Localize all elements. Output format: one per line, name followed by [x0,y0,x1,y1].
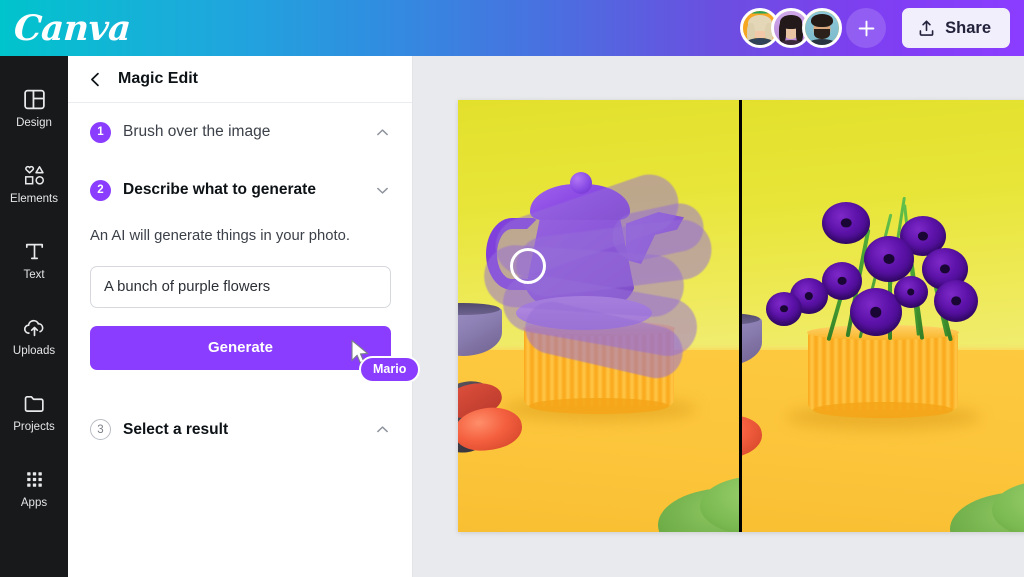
folder-icon [24,395,44,412]
step-number-badge: 2 [90,179,111,201]
photo-scene-before [458,100,740,532]
top-bar-right-group: Share [740,8,1010,48]
plus-icon [858,20,874,36]
share-button-label: Share [945,18,991,37]
panel-body: 1 Brush over the image 2 Describe what t… [68,103,412,459]
step-number-badge: 3 [90,419,111,441]
top-bar: Canva Share [0,0,1024,56]
sidebar-item-label: Text [23,268,45,281]
canva-editor-window: Canva Share Design Elements Text Uploads… [0,0,1024,577]
step-select-a-result[interactable]: 3 Select a result [90,401,390,459]
before-after-divider[interactable] [739,100,742,532]
prompt-input[interactable] [90,265,391,308]
orange-pedestal [523,321,675,414]
collaborator-avatars [740,8,843,48]
sidebar-item-label: Projects [13,420,55,433]
sidebar-item-projects[interactable]: Projects [0,378,68,446]
page-title: Magic Edit [118,70,199,87]
canva-logo[interactable]: Canva [13,8,132,49]
design-layout-icon [23,89,45,109]
generate-button[interactable]: Generate [90,325,391,370]
round-brush-cursor [510,248,546,284]
step-brush-over-the-image[interactable]: 1 Brush over the image [90,103,390,161]
sidebar-item-label: Uploads [12,344,56,357]
design-canvas[interactable] [413,56,1024,577]
photo-before-half [458,100,740,532]
sidebar-item-apps[interactable]: Apps [0,454,68,522]
purple-flower [894,276,928,308]
sidebar-item-elements[interactable]: Elements [0,150,68,218]
teapot-knob [570,172,592,194]
sidebar-item-label: Apps [20,496,48,509]
left-icon-rail: Design Elements Text Uploads Projects Ap… [0,56,68,577]
step-describe-what-to-generate[interactable]: 2 Describe what to generate [90,161,390,219]
panel-header: Magic Edit [68,56,412,103]
sidebar-item-text[interactable]: Text [0,226,68,294]
photo-after-half [742,100,1024,532]
purple-flower [934,280,978,322]
sidebar-item-label: Design [16,116,52,129]
step-label: Describe what to generate [123,181,316,198]
chevron-up-icon[interactable] [375,422,390,437]
sidebar-item-uploads[interactable]: Uploads [0,302,68,370]
purple-flower [822,202,870,244]
sidebar-item-design[interactable]: Design [0,74,68,142]
purple-flower [864,236,914,282]
grid-dots-icon [26,471,42,487]
avatar[interactable] [802,8,843,48]
purple-flower [822,262,862,300]
magic-edit-panel: Magic Edit 1 Brush over the image 2 Desc… [68,56,413,577]
chevron-down-icon[interactable] [375,183,390,198]
step-3-wrapper: 3 Select a result [90,401,390,459]
cloud-upload-icon [23,319,43,336]
chevron-left-icon[interactable] [87,71,104,88]
share-button[interactable]: Share [902,8,1010,48]
step-label: Select a result [123,420,229,438]
photo-scene-after [742,100,1024,532]
orange-pedestal [807,325,959,418]
shapes-icon [24,165,44,185]
upload-icon [919,19,934,36]
plus-icon[interactable] [846,8,887,48]
text-t-icon [25,243,43,259]
chevron-up-icon[interactable] [375,125,390,140]
step-label: Brush over the image [123,123,271,140]
step-number-badge: 1 [90,121,111,143]
sidebar-item-label: Elements [10,192,58,205]
before-after-photo[interactable] [458,100,1024,532]
teapot-saucer [516,296,652,330]
helper-text: An AI will generate things in your photo… [90,228,350,244]
purple-flower [766,292,802,326]
